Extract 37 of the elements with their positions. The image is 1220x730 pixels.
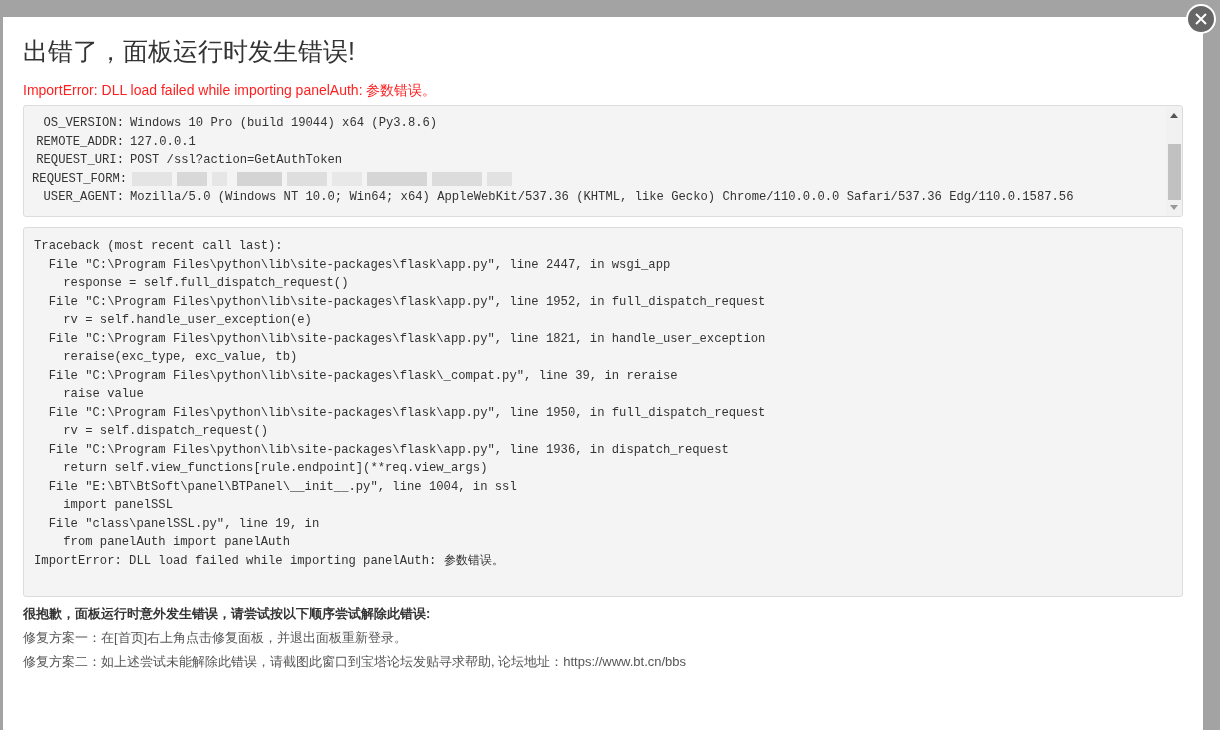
env-value: POST /ssl?action=GetAuthToken xyxy=(130,152,343,170)
fix-suggestion: 修复方案二：如上述尝试未能解除此错误，请截图此窗口到宝塔论坛发贴寻求帮助, 论坛地址：https://www.bt.cn/bbs xyxy=(23,653,688,671)
traceback-line: File "C:\Program Files\python\lib\site-packages\flask\app.py", line 1936, in dispatch_request xyxy=(47,441,729,459)
traceback-line: rv = self.handle_user_exception(e) xyxy=(62,312,312,329)
close-button[interactable] xyxy=(1186,4,1216,34)
help-heading: 很抱歉，面板运行时意外发生错误，请尝试按以下顺序尝试解除此错误: xyxy=(23,605,432,623)
fix-suggestion: 修复方案一：在[首页]右上角点击修复面板，并退出面板重新登录。 xyxy=(23,629,409,647)
traceback-line: File "class\panelSSL.py", line 19, in xyxy=(47,515,320,533)
env-value: Mozilla/5.0 (Windows NT 10.0; Win64; x64) AppleWebKit/537.36 (KHTML, like Gecko) Chrome/110.0.0.0 Safari/537.36 Edg/110.0.1587.56 xyxy=(130,189,1074,207)
traceback-line: ImportError: DLL load failed while importing panelAuth: 参数错误。 xyxy=(34,552,504,570)
traceback-line: Traceback (most recent call last): xyxy=(34,238,283,255)
traceback-line: raise value xyxy=(62,386,144,403)
traceback-line: File "E:\BT\BtSoft\panel\BTPanel\__init__.py", line 1004, in ssl xyxy=(47,478,517,496)
traceback-line: File "C:\Program Files\python\lib\site-packages\flask\app.py", line 2447, in wsgi_app xyxy=(47,256,671,274)
env-key: OS_VERSION: xyxy=(32,114,124,133)
error-message: ImportError: DLL load failed while importing panelAuth: 参数错误。 xyxy=(23,81,438,99)
traceback-line: File "C:\Program Files\python\lib\site-packages\flask\app.py", line 1950, in full_dispatch_request xyxy=(47,404,766,422)
traceback-line: import panelSSL xyxy=(62,497,173,514)
traceback-line: from panelAuth import panelAuth xyxy=(62,534,290,551)
env-value: Windows 10 Pro (build 19044) x64 (Py3.8.6) xyxy=(130,115,438,133)
traceback-line: File "C:\Program Files\python\lib\site-packages\flask\app.py", line 1821, in handle_user_exception xyxy=(47,330,766,348)
env-key: USER_AGENT: xyxy=(32,188,124,207)
env-key: REQUEST_URI: xyxy=(32,151,124,170)
traceback-line: rv = self.dispatch_request() xyxy=(62,423,269,440)
traceback-line: reraise(exc_type, exc_value, tb) xyxy=(62,349,298,366)
traceback-line: File "C:\Program Files\python\lib\site-packages\flask\app.py", line 1952, in full_dispatch_request xyxy=(47,293,766,311)
env-key: REMOTE_ADDR: xyxy=(32,132,124,151)
scrollbar-thumb xyxy=(1167,144,1181,200)
scroll-up-icon xyxy=(1170,113,1178,118)
scroll-down-icon xyxy=(1170,205,1178,210)
traceback-line: File "C:\Program Files\python\lib\site-packages\flask\_compat.py", line 39, in reraise xyxy=(47,367,678,385)
close-icon xyxy=(1195,13,1207,25)
traceback-line: response = self.full_dispatch_request() xyxy=(62,275,349,292)
env-value: 127.0.0.1 xyxy=(130,133,196,151)
traceback-line: return self.view_functions[rule.endpoint](**req.view_args) xyxy=(62,460,488,477)
env-key: REQUEST_FORM: xyxy=(32,169,124,188)
dialog-title: 出错了，面板运行时发生错误! xyxy=(23,36,356,67)
